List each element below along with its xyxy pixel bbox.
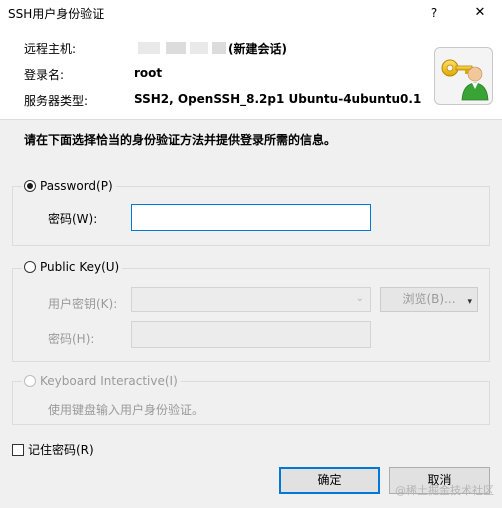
keyboard-interactive-radio-option[interactable]: Keyboard Interactive(I) bbox=[22, 373, 181, 389]
passphrase-label: 密码(H): bbox=[48, 332, 95, 346]
dropdown-arrow-icon: ⌄ bbox=[355, 293, 364, 304]
help-button[interactable]: ? bbox=[424, 3, 444, 23]
user-key-select[interactable]: ⌄ bbox=[131, 287, 371, 312]
redacted-host-part bbox=[166, 42, 186, 54]
remember-password-option[interactable]: 记住密码(R) bbox=[12, 441, 94, 458]
remote-host-label: 远程主机: bbox=[24, 42, 77, 56]
keyboard-interactive-radio[interactable] bbox=[24, 375, 36, 387]
password-radio[interactable] bbox=[24, 180, 36, 192]
keyboard-interactive-description: 使用键盘输入用户身份验证。 bbox=[48, 403, 205, 417]
instruction-text: 请在下面选择恰当的身份验证方法并提供登录所需的信息。 bbox=[24, 133, 337, 147]
public-key-radio-label: Public Key(U) bbox=[40, 260, 120, 274]
window-title: SSH用户身份验证 bbox=[8, 7, 105, 21]
password-field-label: 密码(W): bbox=[48, 212, 98, 226]
server-type-label: 服务器类型: bbox=[24, 94, 89, 108]
user-key-label: 用户密钥(K): bbox=[48, 297, 118, 311]
server-type-value: SSH2, OpenSSH_8.2p1 Ubuntu-4ubuntu0.1 bbox=[134, 92, 422, 106]
redacted-host-part bbox=[190, 42, 208, 54]
password-input[interactable] bbox=[131, 204, 371, 231]
remember-password-checkbox[interactable] bbox=[12, 443, 24, 456]
password-radio-option[interactable]: Password(P) bbox=[22, 178, 116, 194]
login-name-label: 登录名: bbox=[24, 68, 65, 82]
redacted-host-part bbox=[138, 42, 160, 54]
user-key-icon bbox=[434, 47, 493, 105]
public-key-radio[interactable] bbox=[24, 261, 36, 273]
passphrase-input[interactable] bbox=[131, 321, 371, 348]
close-button[interactable]: ✕ bbox=[470, 3, 490, 23]
help-icon: ? bbox=[430, 6, 438, 20]
ok-button-label: 确定 bbox=[317, 473, 342, 487]
browse-button[interactable]: 浏览(B)... ▾ bbox=[380, 287, 478, 312]
watermark: @稀土掘金技术社区 bbox=[395, 484, 494, 497]
close-icon: ✕ bbox=[474, 5, 486, 20]
browse-button-label: 浏览(B)... bbox=[402, 292, 456, 306]
login-name-value: root bbox=[134, 66, 163, 80]
password-radio-label: Password(P) bbox=[40, 179, 113, 193]
browse-dropdown-arrow-icon: ▾ bbox=[467, 297, 472, 307]
remote-host-suffix: (新建会话) bbox=[228, 42, 287, 56]
public-key-radio-option[interactable]: Public Key(U) bbox=[22, 259, 123, 275]
remember-password-label: 记住密码(R) bbox=[28, 443, 94, 457]
ok-button[interactable]: 确定 bbox=[279, 467, 380, 494]
keyboard-interactive-radio-label: Keyboard Interactive(I) bbox=[40, 374, 178, 388]
redacted-host-part bbox=[212, 42, 226, 54]
